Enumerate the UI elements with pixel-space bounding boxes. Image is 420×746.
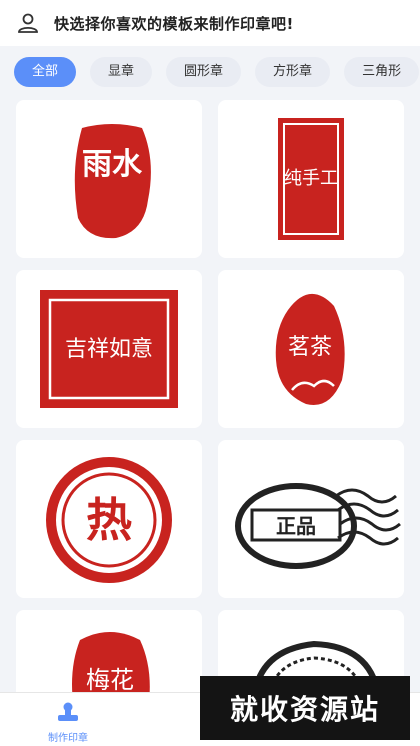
template-card-chunshougong[interactable]: 纯手工	[218, 100, 404, 258]
stamp-chunshougong: 纯手工	[278, 118, 344, 240]
template-card-jixiangruyi[interactable]: 吉祥如意	[16, 270, 202, 428]
tab-all[interactable]: 全部	[14, 57, 77, 87]
tab-round[interactable]: 圆形章	[166, 57, 242, 87]
page-title: 快选择你喜欢的模板来制作印章吧!	[54, 14, 294, 33]
stamp-text-chunshougong: 纯手工	[284, 168, 338, 189]
nav-make-stamp[interactable]: 制作印章	[38, 701, 98, 745]
watermark-text: 就收资源站	[229, 693, 380, 726]
stamp-re: 热	[46, 457, 172, 583]
tab-seal[interactable]: 显章	[90, 57, 153, 87]
user-icon[interactable]	[16, 11, 40, 35]
stamp-text-mingcha: 茗茶	[288, 335, 332, 360]
stamp-icon	[58, 702, 78, 721]
stamp-yushui: 雨水	[74, 124, 151, 239]
stamp-zhengpin: 正品	[235, 483, 401, 569]
template-card-zhengpin[interactable]: 正品	[218, 440, 404, 598]
tab-triangle[interactable]: 三角形	[344, 57, 420, 87]
stamp-mingcha: 茗茶	[275, 293, 345, 405]
stamp-text-zhengpin: 正品	[276, 514, 316, 538]
nav-make-stamp-label: 制作印章	[48, 733, 88, 744]
stamp-text-jixiangruyi: 吉祥如意	[65, 337, 153, 362]
category-tabs: 全部 显章 圆形章 方形章 三角形	[0, 52, 420, 92]
stamp-jixiangruyi: 吉祥如意	[40, 290, 178, 408]
template-card-mingcha[interactable]: 茗茶	[218, 270, 404, 428]
stamp-text-meihua: 梅花	[86, 666, 134, 694]
stamp-text-yu: 雨水	[82, 147, 143, 182]
watermark: 就收资源站	[200, 676, 410, 740]
template-card-yushui[interactable]: 雨水	[16, 100, 202, 258]
stamp-text-re: 热	[86, 493, 132, 547]
header: 快选择你喜欢的模板来制作印章吧!	[0, 0, 420, 46]
template-card-re[interactable]: 热	[16, 440, 202, 598]
tab-square[interactable]: 方形章	[255, 57, 331, 87]
